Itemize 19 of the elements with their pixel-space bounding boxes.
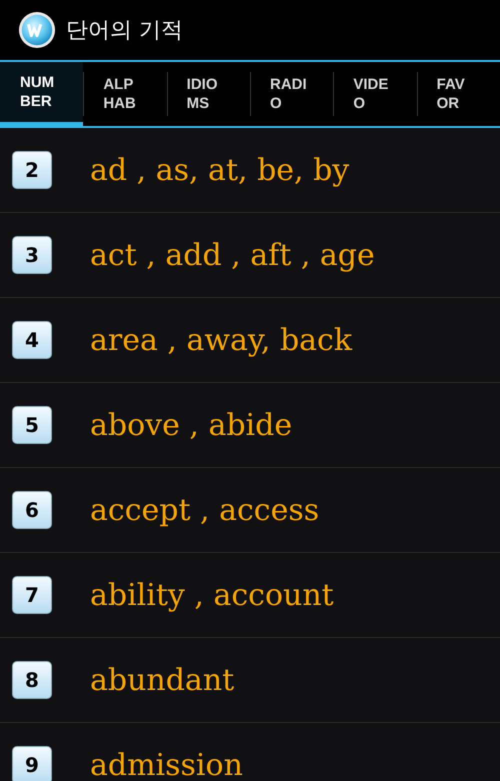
number-badge: 6 xyxy=(12,491,52,529)
number-badge: 8 xyxy=(12,661,52,699)
number-badge: 7 xyxy=(12,576,52,614)
word-list[interactable]: ability , account xyxy=(90,578,334,612)
number-badge: 5 xyxy=(12,406,52,444)
logo-icon xyxy=(18,11,56,49)
word-list[interactable]: ad , as, at, be, by xyxy=(90,152,350,188)
number-badge: 9 xyxy=(12,746,52,781)
word-list[interactable]: admission xyxy=(90,748,243,781)
tab[interactable]: NUM BER xyxy=(0,62,84,128)
word-list[interactable]: act , add , aft , age xyxy=(90,238,375,272)
word-list[interactable]: abundant xyxy=(90,662,234,698)
number-badge: 4 xyxy=(12,321,52,359)
app-title: 단어의 기적 xyxy=(66,17,183,45)
number-badge: 2 xyxy=(12,151,52,189)
word-list[interactable]: accept , access xyxy=(90,492,320,528)
number-badge: 3 xyxy=(12,236,52,274)
word-list[interactable]: area , away, back xyxy=(90,322,352,358)
word-list[interactable]: above , abide xyxy=(90,408,292,442)
